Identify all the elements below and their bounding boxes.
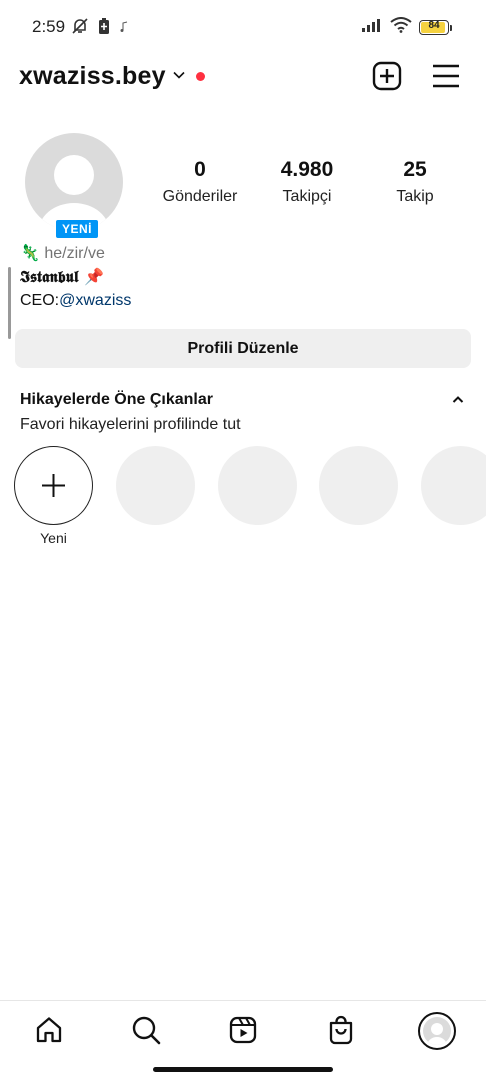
chevron-down-icon[interactable] — [172, 68, 186, 87]
highlight-placeholder — [421, 446, 486, 525]
new-highlight-button[interactable] — [14, 446, 93, 525]
highlights-title: Hikayelerde Öne Çıkanlar — [20, 391, 213, 408]
highlights-subtitle: Favori hikayelerini profilinde tut — [20, 416, 241, 433]
stat-followers[interactable]: 4.980 Takipçi — [267, 158, 347, 206]
new-story-badge[interactable]: YENİ — [54, 218, 101, 240]
shop-icon[interactable] — [326, 1015, 356, 1050]
username-switcher[interactable]: xwaziss.bey — [19, 62, 166, 91]
home-icon[interactable] — [34, 1015, 64, 1050]
chevron-up-icon[interactable] — [451, 393, 465, 412]
bio-ceo: CEO:@xwaziss — [20, 292, 131, 310]
posts-label: Gönderiler — [162, 188, 238, 205]
search-icon[interactable] — [131, 1015, 161, 1050]
add-post-icon[interactable] — [372, 61, 402, 96]
status-bar: 2:59 84 — [0, 0, 486, 52]
profile-avatar[interactable] — [25, 133, 123, 231]
posts-count: 0 — [194, 158, 206, 181]
plus-icon — [42, 474, 65, 497]
followers-count: 4.980 — [280, 158, 334, 181]
bio-ceo-prefix: CEO: — [20, 292, 60, 309]
status-time: 2:59 — [32, 17, 66, 36]
notification-dot — [196, 72, 205, 81]
edit-profile-button[interactable]: Profili Düzenle — [15, 329, 471, 368]
profile-header: xwaziss.bey — [0, 56, 486, 100]
stat-posts[interactable]: 0 Gönderiler — [160, 158, 240, 206]
music-icon — [119, 20, 129, 38]
new-highlight-label: Yeni — [40, 530, 67, 546]
notifications-off-icon — [71, 17, 89, 40]
following-label: Takip — [396, 188, 434, 205]
followers-label: Takipçi — [282, 188, 332, 205]
signal-icon — [361, 18, 383, 38]
bio-pronouns: 🦎 he/zir/ve — [20, 245, 105, 262]
menu-icon[interactable] — [432, 63, 460, 94]
reels-icon[interactable] — [228, 1015, 258, 1050]
battery-saver-icon — [97, 17, 111, 40]
bio-mention-link[interactable]: @xwaziss — [59, 292, 131, 309]
battery-level: 84 — [428, 20, 440, 31]
following-count: 25 — [403, 158, 427, 181]
highlight-placeholder — [116, 446, 195, 525]
profile-tab-avatar[interactable] — [418, 1012, 456, 1050]
scroll-indicator — [8, 267, 11, 339]
home-indicator[interactable] — [153, 1067, 333, 1072]
bio-location: 𝕴𝖘𝖙𝖆𝖓𝖇𝖚𝖑 📌 — [20, 267, 104, 286]
highlight-placeholder — [319, 446, 398, 525]
wifi-icon — [390, 17, 412, 38]
stat-following[interactable]: 25 Takip — [385, 158, 445, 206]
battery-icon: 84 — [419, 20, 449, 35]
highlight-placeholder — [218, 446, 297, 525]
